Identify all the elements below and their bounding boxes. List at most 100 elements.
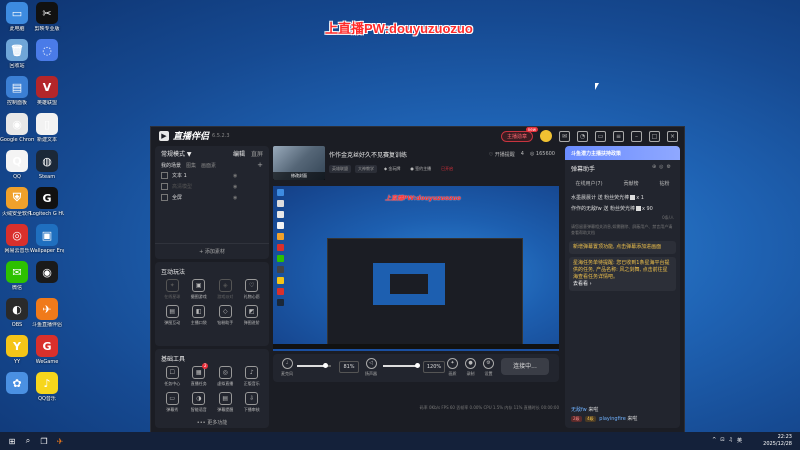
tab-materials[interactable]: 画面素: [201, 162, 216, 169]
desktop-icon[interactable]: ✉ 微信: [0, 261, 34, 291]
basic-tool[interactable]: ☐ 任务中心: [159, 366, 186, 387]
app-taskbar-icon[interactable]: ✈: [55, 436, 65, 446]
desktop-icon[interactable]: ✂ 剪映专业版: [30, 2, 64, 32]
notice-link[interactable]: 去看看 ›: [573, 281, 592, 287]
more-features-link[interactable]: ••• 更多功能: [155, 419, 269, 426]
quality-button[interactable]: ✦ 画质: [447, 358, 458, 377]
desktop-icon[interactable]: ▯ 新建文本: [30, 113, 64, 143]
interact-tool[interactable]: ◧ 主播口袋: [186, 305, 213, 326]
desktop-icon[interactable]: Y YY: [0, 335, 34, 365]
tray-expand-icon[interactable]: ^: [712, 437, 716, 444]
maximize-icon[interactable]: □: [649, 130, 660, 142]
speaker-control[interactable]: ◁ 扬声器: [365, 358, 377, 377]
mic-volume-slider[interactable]: [297, 363, 331, 368]
windows-start-icon[interactable]: ⊞: [7, 436, 17, 446]
desktop-icon[interactable]: V 英雄联盟: [30, 76, 64, 106]
desktop-icon[interactable]: Q QQ: [0, 150, 34, 180]
category-tag[interactable]: 英雄联盟: [329, 165, 351, 173]
interact-tool[interactable]: ✦ 在线星球: [159, 279, 186, 300]
message-icon[interactable]: ✉: [559, 130, 570, 142]
mic-icon[interactable]: ♩: [281, 358, 293, 369]
subcategory-tag[interactable]: 大神教学: [355, 165, 377, 173]
desktop-icon[interactable]: ◍ Steam: [30, 150, 64, 180]
speaker-volume-slider[interactable]: [383, 363, 420, 368]
edit-button[interactable]: 编辑: [233, 151, 245, 158]
network-icon[interactable]: ⊡: [720, 437, 724, 444]
tab-contribution[interactable]: 贡献榜: [624, 180, 639, 187]
desktop-icon[interactable]: G Logitech G HUB: [30, 187, 64, 217]
interact-tool[interactable]: ◩ 弹图进阶: [239, 305, 266, 326]
tab-gallery[interactable]: 图集: [186, 162, 196, 169]
record-button[interactable]: ● 录制: [465, 358, 476, 377]
interact-tool[interactable]: ♡ 礼物心愿: [239, 279, 266, 300]
go-live-button[interactable]: 连接中...: [501, 358, 549, 375]
desktop-icon[interactable]: ▤ 控制面板: [0, 76, 34, 106]
chat-user[interactable]: 无敌fw: [571, 407, 587, 413]
source-checkbox[interactable]: [161, 172, 168, 179]
settings-icon[interactable]: ≡: [613, 130, 624, 142]
portrait-toggle[interactable]: 直屏: [251, 151, 263, 158]
basic-tool[interactable]: ◎ 虚拟直播: [212, 366, 239, 387]
mic-control[interactable]: ♩ 麦克风: [281, 358, 293, 377]
minimize-icon[interactable]: –: [631, 130, 642, 142]
desktop-icon[interactable]: ◌: [30, 39, 64, 63]
desktop-icon[interactable]: ◉: [30, 261, 64, 285]
basic-tool[interactable]: ⇩ 下播审核: [239, 392, 266, 413]
visibility-icon[interactable]: ◉: [233, 184, 237, 190]
volume-icon[interactable]: ♫: [729, 437, 733, 444]
visibility-icon[interactable]: ◉: [233, 195, 237, 201]
desktop-icon[interactable]: ⛨ 火绒安全软件: [0, 187, 34, 217]
speaker-volume-knob[interactable]: [415, 363, 420, 368]
desktop-icon[interactable]: ◐ OBS: [0, 298, 34, 328]
desktop-icon[interactable]: ✈ 斗鱼直播伴侣: [30, 298, 64, 328]
source-checkbox[interactable]: [161, 194, 168, 201]
interact-tool[interactable]: ▤ 弹图互动: [159, 305, 186, 326]
tab-online-users[interactable]: 在线用户(7): [575, 180, 602, 187]
close-icon[interactable]: ×: [667, 130, 678, 142]
add-source-button[interactable]: + 添加素材: [155, 243, 269, 255]
desktop-icon[interactable]: ▭ 此电脑: [0, 2, 34, 32]
headset-icon[interactable]: ◔: [577, 130, 588, 142]
desktop-icon[interactable]: ✿: [0, 372, 34, 396]
basic-tool[interactable]: ◑ 智能语音: [186, 392, 213, 413]
add-scene-icon[interactable]: +: [257, 161, 263, 169]
cover-thumbnail[interactable]: 修改封面: [273, 146, 325, 180]
desktop-icon[interactable]: ♪ QQ音乐: [30, 372, 64, 402]
live-remind[interactable]: ♡ 开播提醒: [489, 151, 515, 158]
source-item[interactable]: 全屏 ◉: [155, 192, 269, 203]
user-avatar[interactable]: [540, 130, 552, 142]
chat-user[interactable]: playingfire: [599, 416, 626, 422]
task-view-icon[interactable]: ❐: [39, 436, 49, 446]
source-item[interactable]: 高清模型 ◉: [155, 181, 269, 192]
interact-tool[interactable]: ◇ 钻粉助手: [212, 305, 239, 326]
notice-pin[interactable]: 新增弹幕置顶功能, 点击弹幕添加进画面: [569, 241, 676, 254]
mic-volume-knob[interactable]: [323, 363, 328, 368]
promo-banner[interactable]: 斗鱼潜力主播扶持政策: [565, 146, 680, 160]
interact-tool[interactable]: ▣ 摄图游戏: [186, 279, 213, 300]
tab-my-scene[interactable]: 我的场景: [161, 162, 181, 169]
change-cover-button[interactable]: 修改封面: [273, 172, 325, 180]
basic-tool[interactable]: ▦ 2 直播任务: [186, 363, 213, 387]
desktop-icon[interactable]: ▣ Wallpaper Engine: [30, 224, 64, 254]
stream-title[interactable]: 作作金克丝好久不见赛复训练: [329, 150, 407, 159]
desktop-icon[interactable]: 🗑 回收站: [0, 39, 34, 69]
screen-icon[interactable]: ▭: [595, 130, 606, 142]
host-medal-button[interactable]: 主播勋章 new: [500, 126, 538, 142]
settings-button[interactable]: ⚙ 设置: [483, 358, 494, 377]
desktop-icon[interactable]: ◉ Google Chrome: [0, 113, 34, 143]
ime-indicator[interactable]: 英: [737, 437, 742, 444]
source-item[interactable]: 文本 1 ◉: [155, 170, 269, 181]
clock[interactable]: 22:23 2025/12/28: [763, 434, 792, 448]
search-icon[interactable]: ⌕: [23, 436, 33, 446]
basic-tool[interactable]: ▤ 弹幕提醒: [212, 392, 239, 413]
basic-tool[interactable]: ▭ 弹幕秀: [159, 392, 186, 413]
desktop-icon[interactable]: G WeGame: [30, 335, 64, 365]
basic-tool[interactable]: ♪ 正版音乐: [239, 366, 266, 387]
tab-diamond-fans[interactable]: 钻粉: [659, 180, 669, 187]
notice-task[interactable]: 星海任务单待提醒: 您已收到1条星海平台提供的任务, 产品名称: 风之剑舞, 点…: [569, 257, 676, 291]
mode-select[interactable]: 常规模式 ▼: [161, 149, 192, 158]
speaker-icon[interactable]: ◁: [365, 358, 377, 369]
desktop-icon[interactable]: ◎ 网易云音乐: [0, 224, 34, 254]
source-checkbox[interactable]: [161, 183, 168, 190]
interact-tool[interactable]: ◈ 游戏派对: [212, 279, 239, 300]
